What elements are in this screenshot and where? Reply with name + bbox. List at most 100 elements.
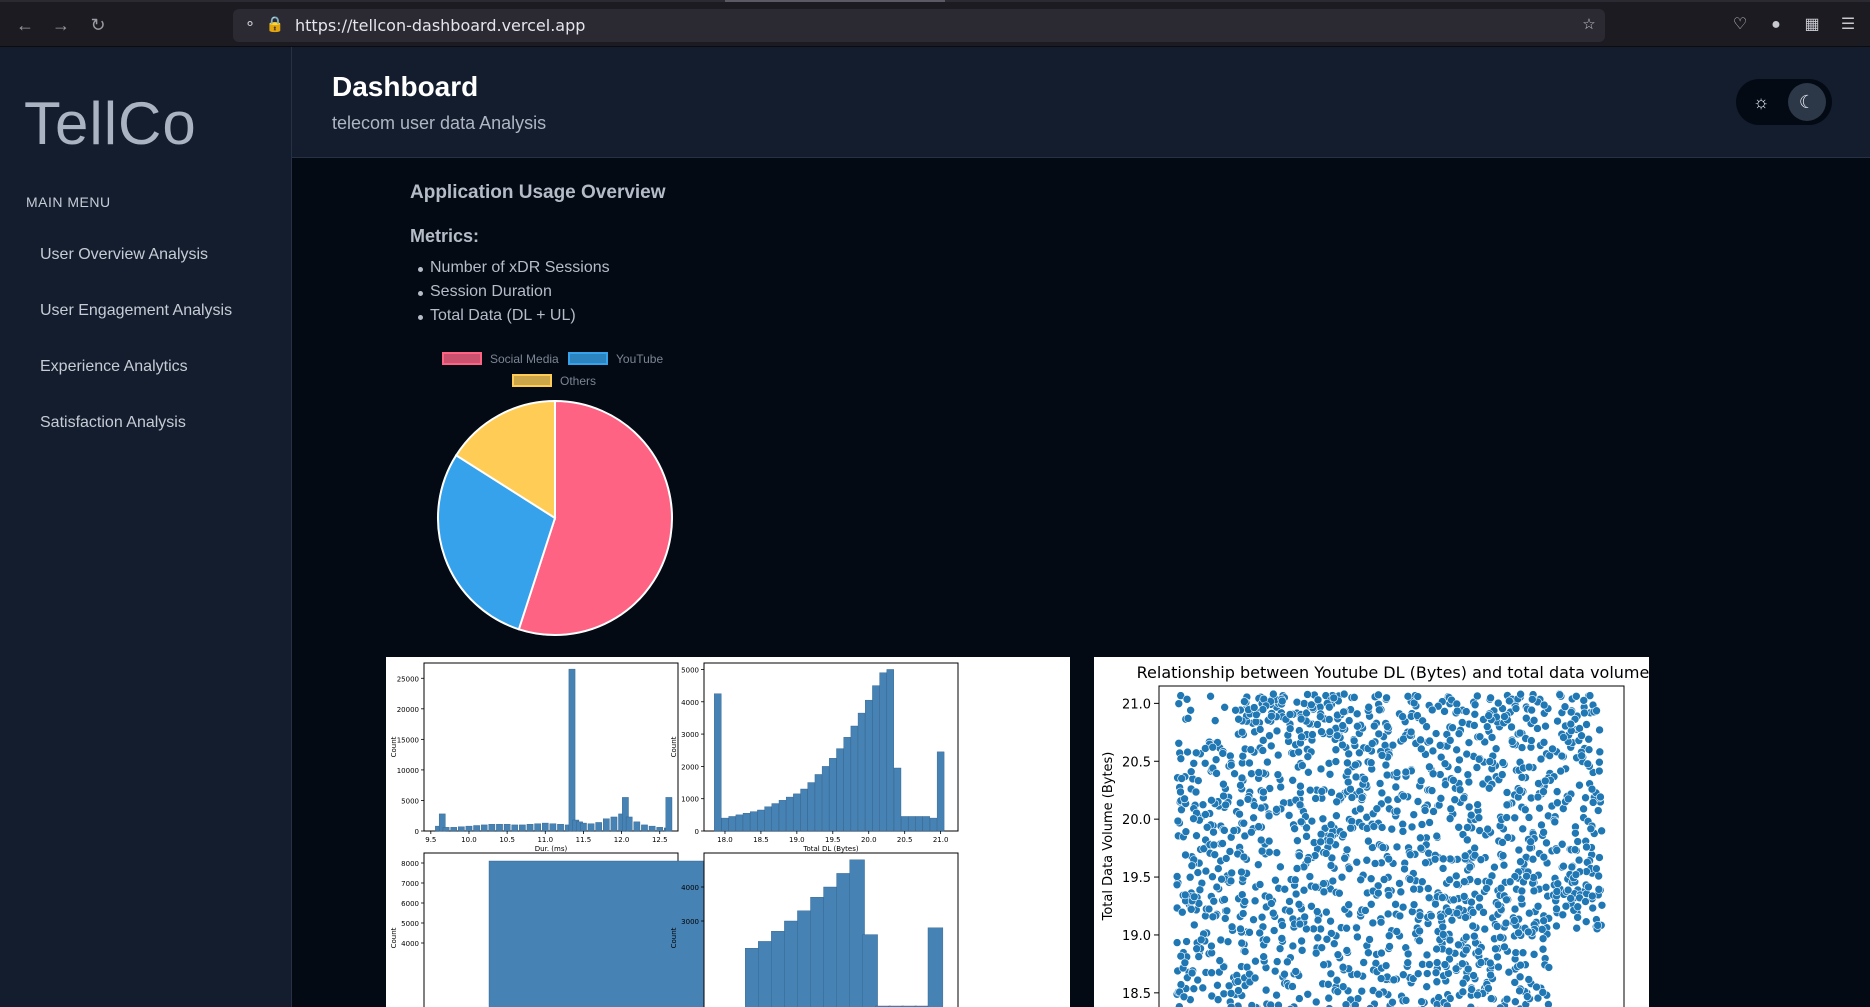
scatter-point (1491, 744, 1501, 754)
theme-toggle[interactable]: ☼ ☾ (1736, 79, 1832, 125)
scatter-point (1510, 904, 1520, 914)
scatter-point (1296, 781, 1305, 791)
scatter-point (1308, 730, 1317, 739)
scatter-point (1571, 828, 1580, 838)
scatter-point (1431, 899, 1440, 909)
scatter-point (1444, 907, 1453, 916)
scatter-point (1352, 923, 1361, 933)
extensions-icon[interactable]: ▦ (1801, 14, 1823, 36)
menu-icon[interactable]: ☰ (1837, 14, 1859, 36)
scatter-point (1344, 864, 1354, 873)
url-bar[interactable]: ⚬ 🔒 https://tellcon-dashboard.vercel.app… (233, 9, 1605, 42)
scatter-point (1317, 727, 1326, 737)
sidebar-item-experience-analytics[interactable]: Experience Analytics (40, 358, 188, 376)
scatter-point (1237, 773, 1247, 783)
scatter-point (1588, 903, 1598, 913)
scatter-point (1342, 923, 1351, 933)
scatter-point (1258, 705, 1268, 714)
sidebar-item-satisfaction-analysis[interactable]: Satisfaction Analysis (40, 414, 186, 432)
sun-icon[interactable]: ☼ (1742, 83, 1780, 121)
lock-icon[interactable]: 🔒 (264, 14, 286, 36)
scatter-point (1417, 820, 1427, 829)
scatter-point (1398, 827, 1408, 836)
account-icon[interactable]: ● (1765, 14, 1787, 36)
scatter-point (1577, 751, 1586, 761)
scatter-point (1552, 787, 1562, 796)
scatter-point (1391, 782, 1401, 792)
scatter-point (1514, 845, 1524, 855)
scatter-point (1498, 838, 1507, 847)
page-subtitle: telecom user data Analysis (332, 113, 547, 133)
scatter-point (1234, 986, 1243, 995)
scatter-point (1420, 806, 1430, 815)
histogram-bar (814, 774, 823, 832)
scatter-point (1201, 810, 1210, 819)
scatter-point (1295, 800, 1305, 810)
reload-icon[interactable]: ↻ (87, 14, 109, 36)
scatter-point (1573, 913, 1582, 922)
x-tick-label: 19.0 (789, 836, 805, 844)
scatter-point (1269, 926, 1279, 935)
usage-pie-chart[interactable] (435, 398, 675, 638)
scatter-point (1271, 875, 1280, 885)
scatter-point (1438, 893, 1447, 902)
scatter-point (1218, 839, 1227, 848)
pocket-icon[interactable]: ♡ (1729, 14, 1751, 36)
shield-icon[interactable]: ⚬ (239, 14, 261, 36)
metric-item: Session Duration (418, 283, 552, 300)
scatter-point (1245, 928, 1254, 937)
scatter-point (1500, 712, 1509, 721)
scatter-point (1294, 747, 1303, 757)
histogram-grid: 05000100001500020000250009.5 10.0 10.5 11.0… (390, 662, 959, 1007)
sidebar-item-user-engagement[interactable]: User Engagement Analysis (40, 302, 232, 320)
scatter-point (1459, 892, 1469, 901)
scatter-point (1353, 722, 1362, 731)
scatter-point (1469, 971, 1478, 980)
scatter-point (1377, 788, 1387, 798)
scatter-point (1474, 754, 1484, 764)
scatter-point (1473, 877, 1483, 886)
scatter-point (1499, 860, 1509, 870)
scatter-point (1378, 843, 1388, 852)
histogram-bar (771, 803, 779, 832)
scatter-point (1399, 791, 1408, 801)
scatter-point (1313, 720, 1322, 729)
y-axis-label: Total Data Volume (Bytes) (1101, 752, 1116, 922)
scatter-point (1409, 900, 1419, 909)
scatter-point (1355, 804, 1365, 814)
scatter-point (1332, 797, 1341, 807)
scatter-point (1515, 972, 1525, 982)
histogram-bar (849, 859, 865, 1007)
star-icon[interactable]: ☆ (1578, 14, 1600, 36)
sidebar-item-user-overview[interactable]: User Overview Analysis (40, 246, 208, 264)
x-tick-label: 12.5 (652, 836, 668, 844)
scatter-point (1177, 774, 1186, 783)
moon-icon[interactable]: ☾ (1788, 83, 1826, 121)
scatter-point (1422, 950, 1432, 960)
scatter-point (1361, 906, 1370, 915)
scatter-point (1256, 835, 1266, 845)
scatter-point (1416, 843, 1426, 853)
scatter-point (1173, 816, 1183, 826)
scatter-point (1239, 852, 1249, 862)
scatter-point (1337, 872, 1347, 882)
scatter-point (1295, 851, 1304, 861)
scatter-point (1226, 989, 1236, 998)
scatter-point (1325, 769, 1335, 779)
scatter-point (1357, 986, 1367, 996)
histogram-4: 3000 4000 Count (670, 852, 959, 1007)
histogram-bar (908, 816, 916, 832)
histogram-1: 0 5000 10000 15000 20000 25000 9.5 10.0 10.5 11.0… (390, 662, 679, 853)
url-text[interactable]: https://tellcon-dashboard.vercel.app (295, 16, 585, 35)
scatter-point (1220, 914, 1230, 923)
scatter-point (1473, 990, 1482, 1000)
legend-swatch (512, 374, 552, 387)
scatter-point (1428, 769, 1438, 779)
scatter-point (1415, 926, 1424, 936)
active-tab-indicator[interactable] (725, 0, 945, 2)
back-icon[interactable]: ← (14, 14, 36, 36)
scatter-point (1365, 935, 1374, 944)
histogram-bar (549, 823, 557, 832)
forward-icon[interactable]: → (50, 14, 72, 36)
scatter-point (1280, 969, 1289, 979)
